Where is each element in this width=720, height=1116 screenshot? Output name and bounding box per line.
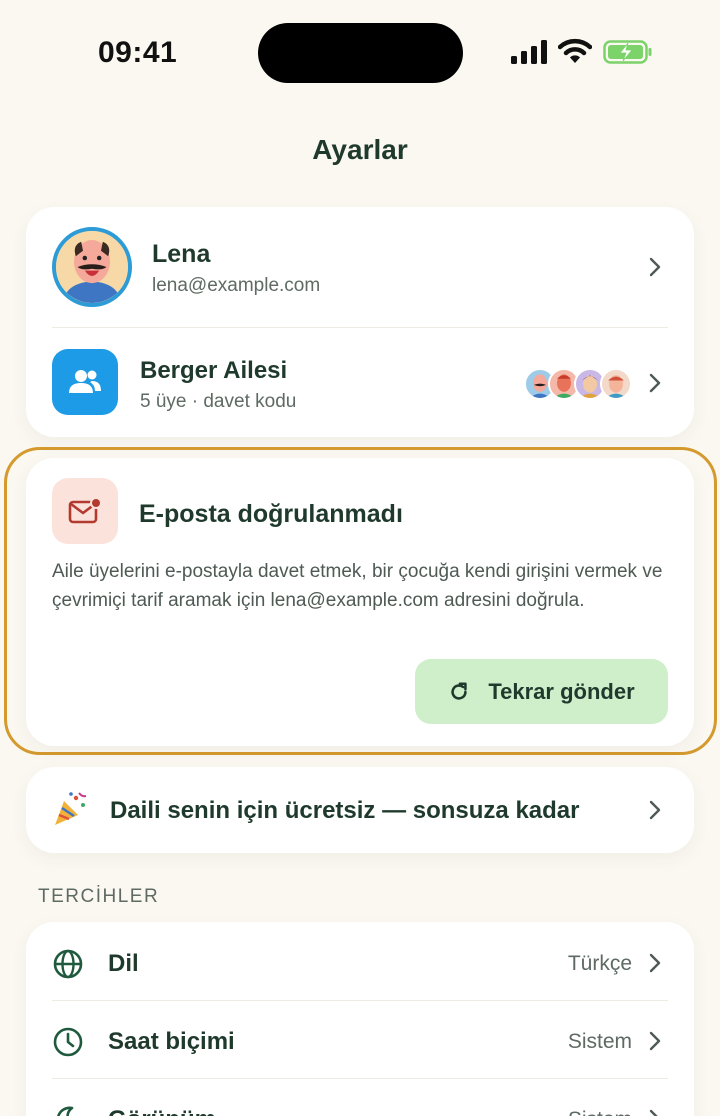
resend-button-label: Tekrar gönder: [488, 678, 635, 704]
moon-icon: [57, 1106, 74, 1116]
pref-value: Sistem: [568, 1108, 632, 1116]
pref-row-language[interactable]: Dil Türkçe: [26, 924, 694, 1002]
divider: [52, 1000, 668, 1001]
chevron-right-icon: [647, 952, 663, 974]
chevron-right-icon: [647, 372, 663, 394]
pref-row-appearance[interactable]: Görünüm Sistem: [26, 1080, 694, 1116]
promo-text: Daili senin için ücretsiz — sonsuza kada…: [110, 797, 580, 824]
chevron-right-icon: [647, 1108, 663, 1116]
dynamic-island: [258, 23, 463, 83]
family-group-icon: [52, 349, 118, 415]
pref-value: Sistem: [567, 1030, 632, 1053]
verify-title: E-posta doğrulanmadı: [139, 500, 403, 528]
promo-row[interactable]: Daili senin için ücretsiz — sonsuza kada…: [26, 767, 694, 853]
member-avatars: [524, 368, 632, 400]
pref-label: Dil: [108, 950, 139, 977]
profile-email: lena@example.com: [152, 275, 321, 296]
avatar-illustration: [56, 231, 128, 303]
pref-row-time-format[interactable]: Saat biçimi Sistem: [26, 1002, 694, 1080]
email-verification-card: E-posta doğrulanmadı Aile üyelerini e-po…: [26, 458, 694, 746]
pref-label: Saat biçimi: [108, 1028, 235, 1055]
avatar: [52, 227, 132, 307]
section-label-preferences: TERCİHLER: [38, 886, 160, 907]
account-card: Lena lena@example.com Berger Ailesi 5 üy…: [26, 207, 694, 437]
preferences-card: Dil Türkçe Saat biçimi Sistem Görünüm Si…: [26, 922, 694, 1116]
avatar: [600, 368, 632, 400]
clock-icon: [53, 1027, 83, 1057]
family-subtitle: 5 üye · davet kodu: [140, 391, 297, 412]
resend-button[interactable]: Tekrar gönder: [415, 659, 668, 724]
pref-label: Görünüm: [108, 1106, 216, 1116]
family-name: Berger Ailesi: [140, 357, 288, 384]
divider: [52, 1078, 668, 1079]
pref-value: Türkçe: [567, 952, 632, 975]
status-time: 09:41: [98, 36, 178, 69]
globe-icon: [53, 949, 83, 979]
page-title: Ayarlar: [312, 134, 408, 165]
chevron-right-icon: [647, 1030, 663, 1052]
status-bar: 09:41: [0, 0, 720, 100]
battery-charging-icon: [603, 40, 652, 64]
wifi-icon: [558, 38, 592, 63]
refresh-icon: [451, 681, 468, 700]
verify-description: Aile üyelerini e-postayla davet etmek, b…: [52, 561, 663, 611]
chevron-right-icon: [647, 256, 663, 278]
divider: [52, 327, 668, 328]
profile-name: Lena: [152, 240, 211, 268]
chevron-right-icon: [647, 799, 663, 821]
mail-unread-icon: [52, 478, 118, 544]
cellular-signal-icon: [511, 40, 547, 64]
party-popper-icon: [55, 792, 87, 825]
